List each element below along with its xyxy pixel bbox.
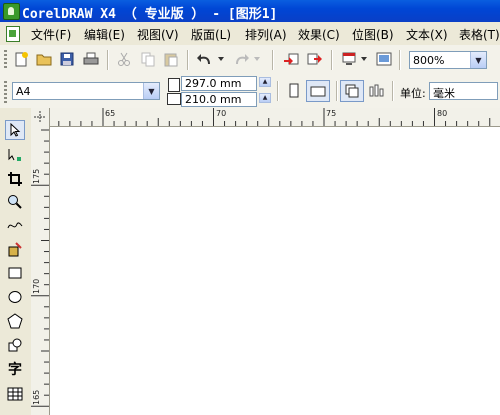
- shape-tool-icon[interactable]: [5, 145, 25, 165]
- page-height-icon: [167, 93, 181, 105]
- undo-dropdown-icon[interactable]: [216, 49, 226, 69]
- ellipse-tool-icon[interactable]: [5, 287, 25, 307]
- welcome-screen-icon[interactable]: [374, 49, 394, 69]
- crop-tool-icon[interactable]: [5, 169, 25, 189]
- ruler-label: 75: [326, 109, 337, 118]
- menu-bitmaps[interactable]: 位图(B): [352, 26, 394, 43]
- portrait-orientation-icon[interactable]: [284, 81, 304, 101]
- horizontal-ruler-ticks: [58, 108, 491, 126]
- vertical-ruler[interactable]: 175 170 165: [31, 126, 50, 415]
- menu-table[interactable]: 表格(T): [459, 26, 500, 43]
- open-folder-icon[interactable]: [34, 49, 54, 69]
- polygon-tool-icon[interactable]: [5, 311, 25, 331]
- zoom-level-select[interactable]: 800% ▼: [409, 51, 487, 69]
- separator: [107, 50, 109, 70]
- print-icon[interactable]: [81, 49, 101, 69]
- application-launcher-icon[interactable]: [339, 49, 359, 69]
- undo-icon[interactable]: [195, 49, 215, 69]
- pick-tool-icon[interactable]: [5, 120, 25, 140]
- redo-dropdown-icon[interactable]: [252, 49, 262, 69]
- page-width-value: 297.0 mm: [185, 77, 242, 90]
- toolbar-grip[interactable]: [4, 50, 7, 70]
- ruler-origin-corner[interactable]: [31, 108, 50, 127]
- separator: [392, 81, 394, 101]
- paste-icon[interactable]: [161, 49, 181, 69]
- toolbar-grip[interactable]: [4, 81, 7, 103]
- menu-layout[interactable]: 版面(L): [191, 26, 231, 43]
- document-icon[interactable]: [6, 26, 20, 42]
- zoom-level-value: 800%: [413, 54, 445, 67]
- chevron-down-icon[interactable]: ▼: [470, 52, 486, 68]
- menu-arrange[interactable]: 排列(A): [245, 26, 287, 43]
- launcher-dropdown-icon[interactable]: [359, 49, 369, 69]
- current-page-icon[interactable]: [367, 81, 387, 101]
- separator: [272, 50, 274, 70]
- page-width-field[interactable]: 297.0 mm: [181, 76, 257, 91]
- menu-bar: 文件(F) 编辑(E) 视图(V) 版面(L) 排列(A) 效果(C) 位图(B…: [0, 22, 500, 46]
- menu-text[interactable]: 文本(X): [406, 26, 448, 43]
- redo-icon[interactable]: [231, 49, 251, 69]
- chevron-down-icon[interactable]: ▼: [143, 83, 159, 99]
- separator: [399, 50, 401, 70]
- rectangle-tool-icon[interactable]: [5, 263, 25, 283]
- ruler-label: 170: [32, 278, 41, 294]
- menu-view[interactable]: 视图(V): [137, 26, 179, 43]
- zoom-tool-icon[interactable]: [5, 192, 25, 212]
- separator: [277, 81, 279, 101]
- page-size-value: A4: [16, 85, 31, 98]
- menu-file[interactable]: 文件(F): [31, 26, 71, 43]
- export-icon[interactable]: [305, 49, 325, 69]
- menu-effects[interactable]: 效果(C): [298, 26, 340, 43]
- landscape-orientation-icon[interactable]: [306, 80, 330, 102]
- basic-shapes-tool-icon[interactable]: [5, 335, 25, 355]
- import-icon[interactable]: [281, 49, 301, 69]
- smart-fill-tool-icon[interactable]: [5, 239, 25, 259]
- ruler-label: 175: [32, 168, 41, 184]
- ruler-label: 165: [32, 389, 41, 405]
- width-spin-up-icon[interactable]: ▲: [259, 77, 271, 87]
- drawing-canvas[interactable]: [50, 127, 500, 415]
- ruler-label: 80: [437, 109, 448, 118]
- separator: [336, 81, 338, 101]
- table-tool-icon[interactable]: [5, 384, 25, 404]
- window-title: CorelDRAW X4 （ 专业版 ） - [图形1]: [22, 7, 278, 22]
- save-icon[interactable]: [57, 49, 77, 69]
- standard-toolbar: 800% ▼: [0, 45, 500, 75]
- menu-edit[interactable]: 编辑(E): [84, 26, 125, 43]
- cut-icon[interactable]: [114, 49, 134, 69]
- title-bar: CorelDRAW X4 （ 专业版 ） - [图形1]: [0, 0, 500, 22]
- new-document-icon[interactable]: [11, 49, 31, 69]
- property-bar: A4 ▼ 297.0 mm ▲ 210.0 mm ▲ 单位: 毫米: [0, 74, 500, 109]
- units-value: 毫米: [433, 87, 455, 100]
- page-height-field[interactable]: 210.0 mm: [181, 92, 257, 107]
- separator: [331, 50, 333, 70]
- text-tool-icon[interactable]: 字: [5, 359, 25, 379]
- toolbox: 字: [0, 108, 32, 415]
- freehand-tool-icon[interactable]: [5, 216, 25, 236]
- separator: [187, 50, 189, 70]
- page-width-icon: [168, 78, 180, 92]
- units-label: 单位:: [400, 87, 426, 100]
- copy-icon[interactable]: [138, 49, 158, 69]
- units-select[interactable]: 毫米: [429, 82, 498, 100]
- all-pages-icon[interactable]: [340, 80, 364, 102]
- horizontal-ruler[interactable]: 65 70 75 80: [31, 108, 500, 127]
- page-height-value: 210.0 mm: [185, 93, 242, 106]
- height-spin-up-icon[interactable]: ▲: [259, 93, 271, 103]
- coreldraw-app-icon[interactable]: [3, 3, 20, 20]
- ruler-label: 70: [216, 109, 227, 118]
- ruler-label: 65: [105, 109, 116, 118]
- page-size-select[interactable]: A4 ▼: [12, 82, 160, 100]
